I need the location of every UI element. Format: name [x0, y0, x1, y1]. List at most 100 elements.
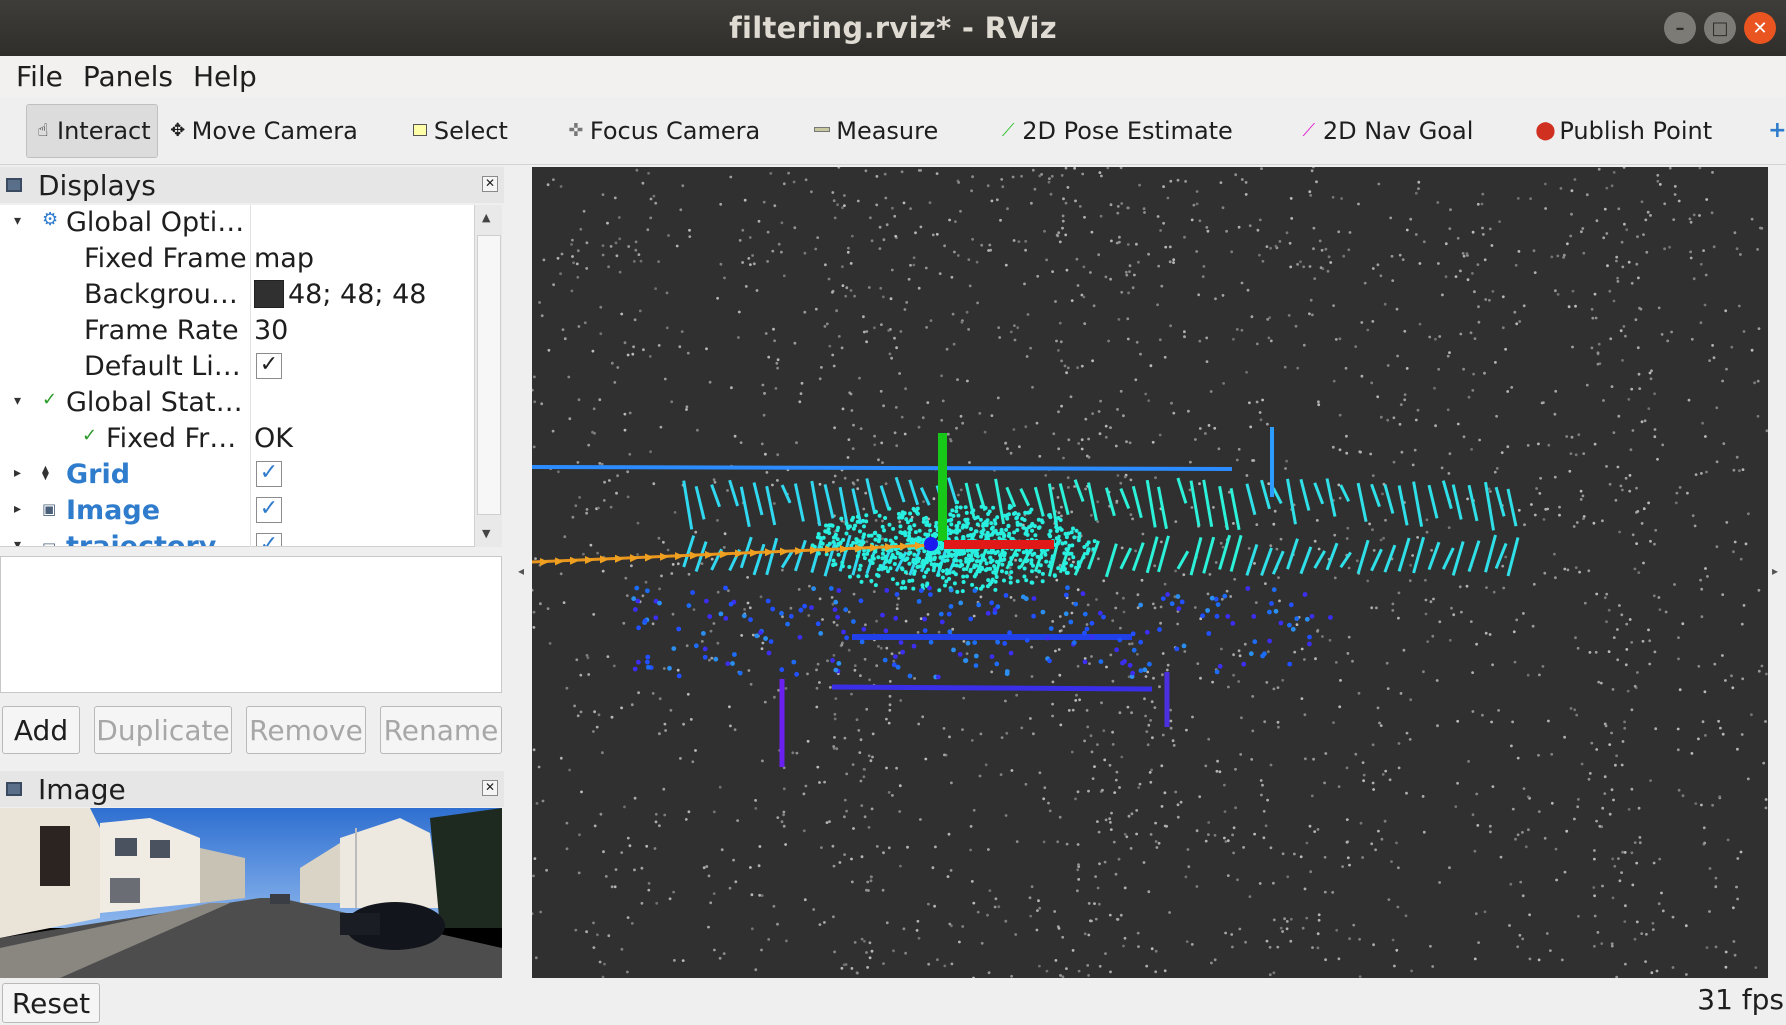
move-camera-label: Move Camera: [191, 116, 358, 145]
fixed-frame-status-label: Fixed Fr…: [106, 423, 237, 454]
magenta-arrow-icon: ⟋: [1302, 120, 1316, 141]
green-arrow-icon: ⟋: [1001, 120, 1015, 141]
hand-pointer-icon: ☝: [37, 120, 49, 141]
path-icon: ▭: [42, 536, 57, 547]
collapse-arrow-icon[interactable]: ▸: [14, 465, 21, 481]
monitor-icon: [6, 178, 22, 192]
expand-arrow-icon[interactable]: ▾: [14, 537, 21, 546]
ruler-icon: [812, 120, 832, 141]
focus-camera-tool-button[interactable]: ✜ Focus Camera: [560, 104, 766, 158]
tree-row-fixed-frame[interactable]: Fixed Frame map: [0, 241, 474, 277]
background-value[interactable]: 48; 48; 48: [254, 279, 426, 310]
fixed-frame-value[interactable]: map: [254, 243, 314, 274]
check-icon: ✓: [82, 425, 98, 446]
tree-scrollbar[interactable]: ▲ ▼: [474, 205, 502, 547]
window-title: filtering.rviz* - RViz: [729, 11, 1057, 45]
check-icon: ✓: [42, 389, 58, 410]
grid-checkbox[interactable]: ✓: [256, 461, 282, 487]
minimize-icon[interactable]: –: [1664, 12, 1696, 44]
remove-display-button[interactable]: Remove: [246, 706, 366, 754]
background-color-text: 48; 48; 48: [288, 279, 427, 310]
measure-tool-button[interactable]: Measure: [806, 104, 944, 158]
move-camera-tool-button[interactable]: ✥ Move Camera: [162, 104, 364, 158]
maximize-icon[interactable]: □: [1704, 12, 1736, 44]
menu-help[interactable]: Help: [183, 60, 267, 93]
3d-render-view[interactable]: [532, 167, 1768, 978]
nav-goal-tool-button[interactable]: ⟋ 2D Nav Goal: [1293, 104, 1480, 158]
reset-button[interactable]: Reset: [2, 983, 100, 1023]
tree-row-fixed-frame-status[interactable]: ✓ Fixed Fr… OK: [0, 421, 474, 457]
tree-row-background[interactable]: Backgrou… 48; 48; 48: [0, 277, 474, 313]
tree-row-default-light[interactable]: Default Li… ✓: [0, 349, 474, 385]
displays-panel-title: Displays: [38, 168, 156, 202]
scroll-up-icon[interactable]: ▲: [482, 211, 490, 224]
tree-row-frame-rate[interactable]: Frame Rate 30: [0, 313, 474, 349]
displays-tree: ▾ ⚙ Global Opti… Fixed Frame map Backgro…: [0, 205, 474, 547]
frame-rate-value[interactable]: 30: [254, 315, 288, 346]
displays-panel-header: Displays ✕: [0, 167, 504, 203]
image-icon: ▣: [42, 500, 57, 518]
duplicate-display-button[interactable]: Duplicate: [94, 706, 232, 754]
select-label: Select: [433, 116, 508, 145]
tree-row-grid[interactable]: ▸ ⧫ Grid ✓: [0, 457, 474, 493]
frame-rate-label: Frame Rate: [84, 315, 239, 346]
rename-display-button[interactable]: Rename: [380, 706, 502, 754]
fps-counter: 31 fps: [1697, 983, 1784, 1016]
trajectory-display-label: trajectory: [66, 531, 217, 547]
nav-goal-label: 2D Nav Goal: [1322, 116, 1474, 145]
gear-icon: ⚙: [42, 209, 59, 230]
tree-row-trajectory[interactable]: ▾ ▭ trajectory ✓: [0, 529, 474, 547]
global-options-label: Global Opti…: [66, 207, 245, 238]
grid-icon: ⧫: [42, 465, 49, 481]
expand-arrow-icon[interactable]: ▾: [14, 213, 21, 229]
select-box-icon: [410, 120, 430, 141]
fixed-frame-label: Fixed Frame: [84, 243, 247, 274]
close-panel-icon[interactable]: ✕: [482, 780, 498, 796]
pose-estimate-label: 2D Pose Estimate: [1022, 116, 1233, 145]
expand-arrow-icon[interactable]: ▾: [14, 393, 21, 409]
interact-tool-button[interactable]: ☝ Interact: [26, 103, 158, 158]
map-pin-icon: ⬤: [1535, 120, 1556, 141]
measure-label: Measure: [836, 116, 939, 145]
close-panel-icon[interactable]: ✕: [482, 176, 498, 192]
interact-label: Interact: [57, 116, 151, 145]
add-display-button[interactable]: Add: [2, 706, 80, 754]
scroll-down-icon[interactable]: ▼: [482, 527, 490, 540]
publish-point-label: Publish Point: [1559, 116, 1713, 145]
tool-toolbar: ☝ Interact ✥ Move Camera Select ✜ Focus …: [0, 97, 1786, 165]
menu-panels[interactable]: Panels: [73, 60, 183, 93]
tree-row-global-status[interactable]: ▾ ✓ Global Stat…: [0, 385, 474, 421]
menu-bar: File Panels Help: [0, 56, 1786, 97]
default-light-checkbox[interactable]: ✓: [256, 353, 282, 379]
title-bar: filtering.rviz* - RViz – □ ✕: [0, 0, 1786, 56]
grid-display-label: Grid: [66, 459, 131, 490]
select-tool-button[interactable]: Select: [404, 104, 514, 158]
image-checkbox[interactable]: ✓: [256, 497, 282, 523]
add-tool-icon[interactable]: +: [1762, 104, 1786, 158]
splitter-handle-icon[interactable]: ◂: [518, 564, 524, 578]
property-description-box: [0, 556, 502, 693]
publish-point-tool-button[interactable]: ⬤ Publish Point: [1529, 104, 1718, 158]
close-icon[interactable]: ✕: [1744, 12, 1776, 44]
image-panel-icon: [6, 782, 22, 796]
color-swatch[interactable]: [254, 280, 284, 308]
trajectory-checkbox[interactable]: ✓: [256, 533, 282, 546]
move-arrows-icon: ✥: [170, 120, 186, 141]
fixed-frame-status-value: OK: [254, 423, 293, 454]
tree-row-global-options[interactable]: ▾ ⚙ Global Opti…: [0, 205, 474, 241]
scrollbar-thumb[interactable]: [477, 235, 501, 515]
menu-file[interactable]: File: [6, 60, 73, 93]
global-status-label: Global Stat…: [66, 387, 243, 418]
point-cloud-canvas[interactable]: [532, 167, 1768, 978]
camera-image-view: [0, 808, 502, 978]
collapse-arrow-icon[interactable]: ▸: [14, 501, 21, 517]
tree-column-divider: [250, 205, 251, 547]
image-display-label: Image: [66, 495, 161, 526]
default-light-label: Default Li…: [84, 351, 241, 382]
image-panel-title: Image: [38, 772, 126, 806]
pose-estimate-tool-button[interactable]: ⟋ 2D Pose Estimate: [992, 104, 1239, 158]
background-label: Backgrou…: [84, 279, 238, 310]
splitter-handle-icon[interactable]: ▸: [1772, 564, 1778, 578]
image-panel-header: Image ✕: [0, 771, 504, 807]
tree-row-image[interactable]: ▸ ▣ Image ✓: [0, 493, 474, 529]
